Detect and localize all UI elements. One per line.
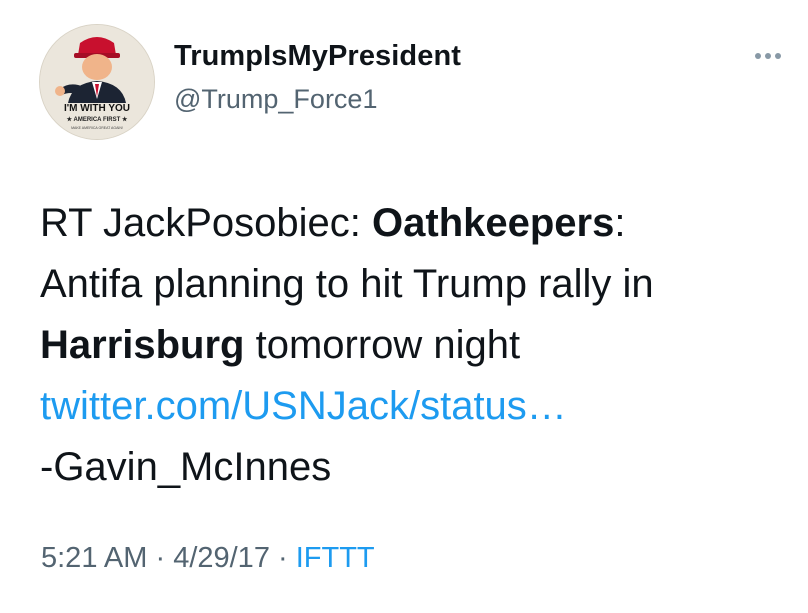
avatar-subtext: ★ AMERICA FIRST ★ — [67, 116, 128, 123]
tweet-source[interactable]: IFTTT — [296, 542, 375, 574]
line3-suffix: tomorrow night — [244, 323, 521, 367]
colon-text: : — [614, 201, 626, 245]
tweet-signature: -Gavin_McInnes — [40, 445, 332, 489]
tweet: I'M WITH YOU ★ AMERICA FIRST ★ MAKE AMER… — [0, 0, 808, 613]
tweet-line-3: Harrisburg tomorrow night — [40, 315, 780, 376]
tweet-time[interactable]: 5:21 AM — [41, 542, 147, 574]
more-button[interactable] — [752, 44, 784, 68]
more-horizontal-icon — [755, 53, 781, 59]
tweet-line-2: Antifa planning to hit Trump rally in — [40, 262, 654, 306]
tweet-text: RT JackPosobiec: Oathkeepers: Antifa pla… — [40, 193, 780, 498]
handle[interactable]: @Trump_Force1 — [174, 84, 377, 115]
tweet-line-1: RT JackPosobiec: Oathkeepers: — [40, 193, 780, 254]
retweet-prefix: RT JackPosobiec: — [40, 201, 373, 245]
avatar[interactable]: I'M WITH YOU ★ AMERICA FIRST ★ MAKE AMER… — [39, 24, 155, 140]
avatar-image: I'M WITH YOU ★ AMERICA FIRST ★ MAKE AMER… — [40, 25, 154, 139]
tweet-date[interactable]: 4/29/17 — [173, 542, 270, 574]
tweet-link[interactable]: twitter.com/USNJack/status… — [40, 376, 780, 437]
bold-keyword: Oathkeepers — [372, 201, 615, 245]
display-name[interactable]: TrumpIsMyPresident — [174, 40, 461, 73]
tweet-meta: 5:21 AM · 4/29/17 · IFTTT — [41, 542, 375, 575]
meta-separator: · — [147, 542, 174, 574]
bold-location: Harrisburg — [40, 323, 245, 367]
avatar-fine-print: MAKE AMERICA GREAT AGAIN! — [71, 126, 123, 130]
avatar-badge-text: I'M WITH YOU — [64, 103, 130, 114]
meta-separator: · — [269, 542, 296, 574]
